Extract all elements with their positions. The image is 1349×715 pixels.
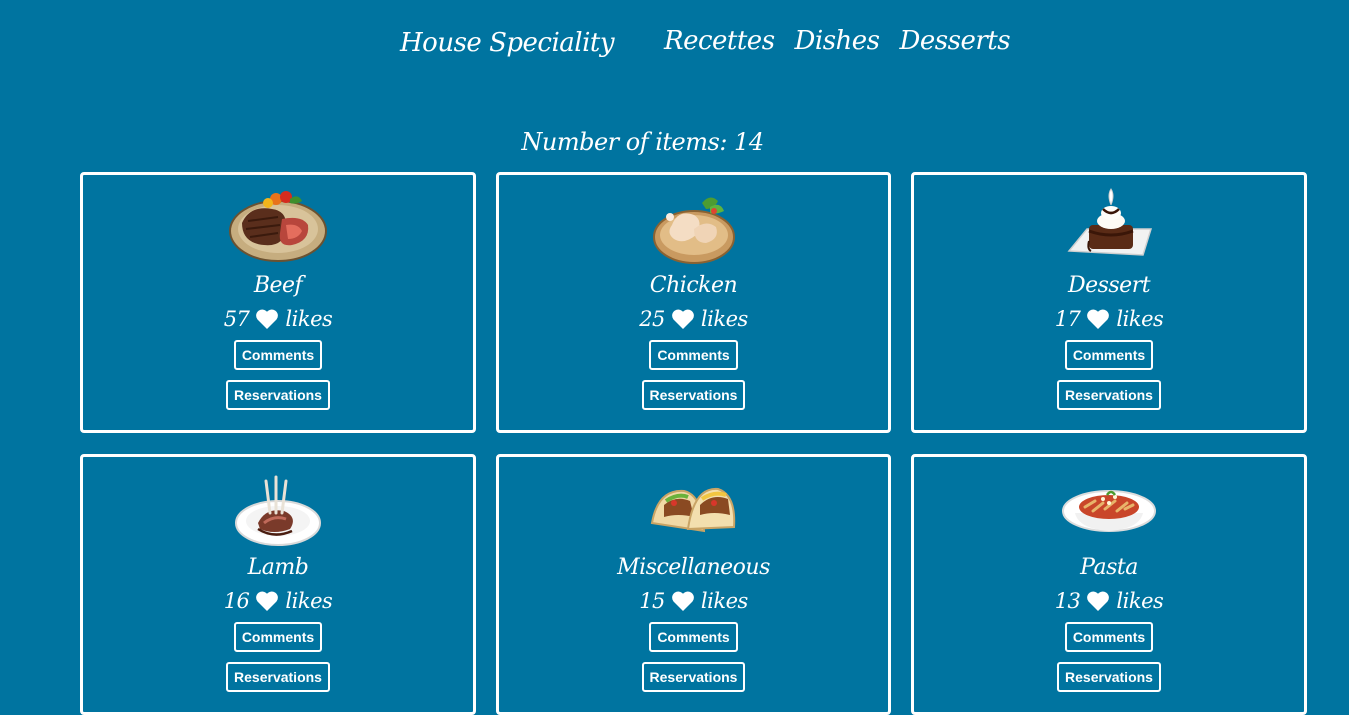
comments-button[interactable]: Comments xyxy=(649,622,738,652)
likes-count: 57 xyxy=(223,307,250,331)
heart-icon[interactable] xyxy=(255,590,279,612)
comments-button[interactable]: Comments xyxy=(1064,340,1154,370)
site-header: House Speciality Recettes Dishes Dessert… xyxy=(0,22,1349,72)
main-nav: Recettes Dishes Desserts xyxy=(664,26,1011,56)
meal-name: Beef xyxy=(253,273,303,298)
likes-label: likes xyxy=(1116,307,1164,331)
meal-card-beef: Beef 57 likes Comments Reservations xyxy=(80,172,476,433)
likes-count: 25 xyxy=(639,307,665,331)
meal-card-miscellaneous: Miscellaneous 15 likes Comments Reservat… xyxy=(496,454,891,715)
likes-row: 17 likes xyxy=(1055,304,1164,334)
beef-steak-dish-image xyxy=(229,191,327,262)
nav-item-desserts: Desserts xyxy=(900,26,1011,56)
reservations-button[interactable]: Reservations xyxy=(1057,662,1161,692)
chocolate-dessert-image xyxy=(1067,188,1153,256)
heart-icon[interactable] xyxy=(671,308,695,330)
items-counter: Number of items: 14 xyxy=(521,128,764,156)
nav-link-desserts[interactable]: Desserts xyxy=(900,26,1011,56)
likes-row: 13 likes xyxy=(1055,586,1164,616)
nav-item-dishes: Dishes xyxy=(795,26,880,56)
reservations-button[interactable]: Reservations xyxy=(641,380,746,410)
tacos-dish-image xyxy=(650,487,735,533)
pasta-dish-image xyxy=(1062,490,1156,532)
comments-button[interactable]: Comments xyxy=(233,340,323,370)
heart-icon[interactable] xyxy=(255,308,279,330)
heart-icon[interactable] xyxy=(671,590,695,612)
meal-name: Pasta xyxy=(1080,555,1138,580)
likes-row: 16 likes xyxy=(224,586,333,616)
brand-logo-text[interactable]: House Speciality xyxy=(400,28,615,58)
likes-count: 15 xyxy=(639,589,665,613)
likes-row: 15 likes xyxy=(639,586,748,616)
meal-name: Dessert xyxy=(1067,273,1151,298)
likes-row: 25 likes xyxy=(639,304,748,334)
heart-icon[interactable] xyxy=(1086,308,1110,330)
likes-label: likes xyxy=(700,589,748,613)
reservations-button[interactable]: Reservations xyxy=(226,380,330,410)
meal-name: Miscellaneous xyxy=(617,555,770,580)
likes-label: likes xyxy=(1116,589,1164,613)
likes-row: 57 likes xyxy=(224,304,333,334)
nav-link-recettes[interactable]: Recettes xyxy=(664,26,775,56)
comments-button[interactable]: Comments xyxy=(649,340,738,370)
likes-count: 13 xyxy=(1054,589,1081,613)
lamb-chops-dish-image xyxy=(235,475,321,546)
meal-grid: Beef 57 likes Comments Reservations Chic… xyxy=(80,172,1307,715)
meal-name: Lamb xyxy=(247,555,309,580)
reservations-button[interactable]: Reservations xyxy=(1057,380,1161,410)
reservations-button[interactable]: Reservations xyxy=(226,662,330,692)
nav-link-dishes[interactable]: Dishes xyxy=(795,26,880,56)
meal-card-dessert: Dessert 17 likes Comments Reservations xyxy=(911,172,1307,433)
likes-label: likes xyxy=(285,589,333,613)
chicken-dish-image xyxy=(652,197,735,264)
likes-label: likes xyxy=(285,307,333,331)
reservations-button[interactable]: Reservations xyxy=(641,662,746,692)
comments-button[interactable]: Comments xyxy=(1064,622,1154,652)
likes-label: likes xyxy=(700,307,748,331)
meal-card-pasta: Pasta 13 likes Comments Reservations xyxy=(911,454,1307,715)
comments-button[interactable]: Comments xyxy=(233,622,323,652)
likes-count: 17 xyxy=(1054,307,1081,331)
meal-card-chicken: Chicken 25 likes Comments Reservations xyxy=(496,172,891,433)
meal-card-lamb: Lamb 16 likes Comments Reservations xyxy=(80,454,476,715)
heart-icon[interactable] xyxy=(1086,590,1110,612)
nav-item-recettes: Recettes xyxy=(664,26,775,56)
likes-count: 16 xyxy=(223,589,250,613)
meal-name: Chicken xyxy=(649,273,738,298)
